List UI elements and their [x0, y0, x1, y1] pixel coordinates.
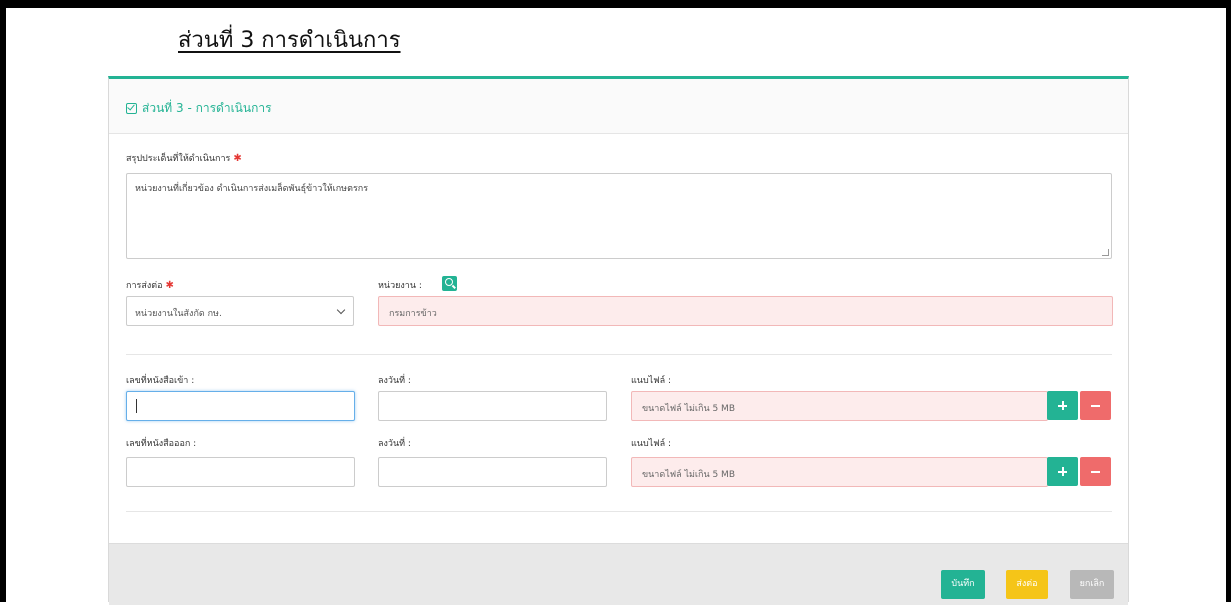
- incoming-file-label: แนบไฟล์ :: [631, 376, 671, 386]
- text-caret: [136, 399, 137, 413]
- required-mark: ✱: [165, 280, 174, 291]
- incoming-date-label: ลงวันที่ :: [378, 376, 411, 386]
- incoming-doc-label: เลขที่หนังสือเข้า :: [126, 376, 195, 386]
- window-frame-left: [0, 0, 6, 602]
- panel-footer: บันทึก ส่งต่อ ยกเลิก: [109, 543, 1128, 605]
- incoming-remove-file-button[interactable]: [1080, 391, 1111, 420]
- checkbox-checked-icon: [126, 103, 137, 114]
- save-button[interactable]: บันทึก: [941, 570, 985, 599]
- outgoing-doc-input[interactable]: [126, 457, 355, 487]
- agency-field[interactable]: กรมการข้าว: [378, 296, 1113, 326]
- outgoing-file-input[interactable]: ขนาดไฟล์ ไม่เกิน 5 MB: [631, 457, 1048, 487]
- forward-label: การส่งต่อ ✱: [126, 280, 174, 291]
- summary-textarea[interactable]: หน่วยงานที่เกี่ยวข้อง ดำเนินการส่งเมล็ดพ…: [126, 173, 1112, 259]
- outgoing-date-label: ลงวันที่ :: [378, 439, 411, 449]
- incoming-file-input[interactable]: ขนาดไฟล์ ไม่เกิน 5 MB: [631, 391, 1048, 421]
- outgoing-remove-file-button[interactable]: [1080, 457, 1111, 486]
- agency-label: หน่วยงาน :: [378, 281, 422, 291]
- chevron-down-icon: [336, 305, 346, 315]
- incoming-add-file-button[interactable]: [1047, 391, 1078, 420]
- summary-text: หน่วยงานที่เกี่ยวข้อง ดำเนินการส่งเมล็ดพ…: [135, 184, 369, 194]
- incoming-date-input[interactable]: [378, 391, 607, 421]
- forward-select[interactable]: หน่วยงานในสังกัด กษ.: [126, 296, 354, 326]
- panel-title-text: ส่วนที่ 3 - การดำเนินการ: [142, 101, 272, 115]
- cancel-button[interactable]: ยกเลิก: [1070, 570, 1114, 599]
- page-heading: ส่วนที่ 3 การดำเนินการ: [178, 28, 401, 53]
- incoming-doc-input[interactable]: [126, 391, 355, 421]
- forward-selected-value: หน่วยงานในสังกัด กษ.: [135, 309, 222, 319]
- window-frame-right: [1226, 0, 1231, 602]
- operation-panel: ส่วนที่ 3 - การดำเนินการ สรุปประเด็นที่ใ…: [108, 76, 1129, 605]
- incoming-file-placeholder: ขนาดไฟล์ ไม่เกิน 5 MB: [642, 404, 736, 414]
- outgoing-date-input[interactable]: [378, 457, 607, 487]
- window-frame-top: [0, 0, 1231, 8]
- resize-grip-icon[interactable]: [1102, 249, 1109, 256]
- agency-search-button[interactable]: [442, 276, 457, 291]
- required-mark: ✱: [233, 153, 242, 164]
- summary-label: สรุปประเด็นที่ให้ดำเนินการ ✱: [126, 153, 242, 164]
- outgoing-file-placeholder: ขนาดไฟล์ ไม่เกิน 5 MB: [642, 470, 736, 480]
- panel-title: ส่วนที่ 3 - การดำเนินการ: [126, 99, 272, 118]
- section-divider: [126, 511, 1112, 512]
- agency-value: กรมการข้าว: [389, 309, 437, 319]
- forward-button[interactable]: ส่งต่อ: [1006, 570, 1048, 599]
- panel-header: ส่วนที่ 3 - การดำเนินการ: [109, 79, 1128, 134]
- section-divider: [126, 354, 1112, 355]
- outgoing-add-file-button[interactable]: [1047, 457, 1078, 486]
- outgoing-doc-label: เลขที่หนังสือออก :: [126, 439, 197, 449]
- outgoing-file-label: แนบไฟล์ :: [631, 439, 671, 449]
